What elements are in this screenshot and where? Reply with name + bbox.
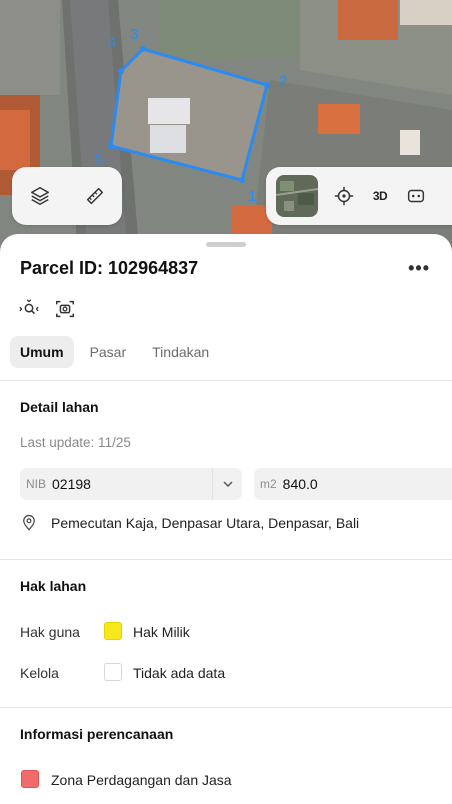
camera-frame-icon [56,300,74,318]
layers-icon [30,187,49,205]
parcel-title: Parcel ID: 102964837 [20,258,199,278]
area-value: 840.0 [282,476,318,492]
kelola-value: Tidak ada data [133,665,226,681]
zone-name: Zona Perdagangan dan Jasa [51,772,232,788]
vertex-label-2: 2 [279,73,288,90]
planning-section-heading: Informasi perencanaan [20,726,174,742]
area-prefix: m2 [260,477,277,491]
hak-guna-swatch [104,622,122,640]
detail-section-heading: Detail lahan [20,399,99,415]
hak-guna-value: Hak Milik [133,624,190,640]
robot-icon [407,189,425,203]
screenshot-button[interactable] [54,298,76,325]
measure-button[interactable] [77,178,113,214]
tab-umum[interactable]: Umum [10,336,74,368]
satellite-basemap-button[interactable] [276,175,318,217]
parcel-tabs: Umum Pasar Tindakan [10,336,219,368]
divider [0,707,452,708]
vertex-label-5: 5 [95,150,104,167]
location-pin-icon [23,514,35,531]
three-d-label: 3D [372,189,388,203]
kelola-label: Kelola [20,665,59,681]
rights-section-heading: Hak lahan [20,578,87,594]
layers-button[interactable] [22,178,58,214]
kelola-swatch [104,663,122,681]
last-update-text: Last update: 11/25 [20,435,131,450]
parcel-actions-row [18,298,76,325]
area-field[interactable]: m2 840.0 [254,468,452,500]
zone-swatch [21,770,39,788]
assistant-button[interactable] [398,178,434,214]
divider [0,380,452,381]
chevron-down-icon [212,468,242,500]
zoom-to-parcel-button[interactable] [18,298,40,325]
satellite-thumbnail-icon [276,175,318,217]
more-options-button[interactable]: ••• [408,258,430,279]
zoom-to-fit-icon [19,299,39,315]
divider [0,559,452,560]
locate-button[interactable] [326,178,362,214]
nib-select[interactable]: NIB 02198 [20,468,242,500]
crosshair-icon [334,186,354,206]
nib-prefix: NIB [26,477,47,491]
vertex-label-4: 4 [108,34,117,51]
parcel-bottom-sheet: Parcel ID: 102964837 ••• Umum Pasar Tind… [0,234,452,804]
vertex-label-1: 1 [248,188,257,205]
address-row: Pemecutan Kaja, Denpasar Utara, Denpasar… [20,514,359,532]
tab-pasar[interactable]: Pasar [80,336,137,368]
map-toolbar-right: 3D [266,167,452,225]
address-text: Pemecutan Kaja, Denpasar Utara, Denpasar… [51,515,360,531]
nib-value: 02198 [52,476,91,492]
map-toolbar-left [12,167,122,225]
three-d-button[interactable]: 3D [362,178,398,214]
map-view[interactable]: 4 3 2 1 5 3D [0,0,452,260]
vertex-label-3: 3 [130,26,139,43]
ruler-icon [86,187,103,205]
sheet-drag-handle[interactable] [206,242,246,247]
tab-tindakan[interactable]: Tindakan [142,336,219,368]
hak-guna-label: Hak guna [20,624,80,640]
